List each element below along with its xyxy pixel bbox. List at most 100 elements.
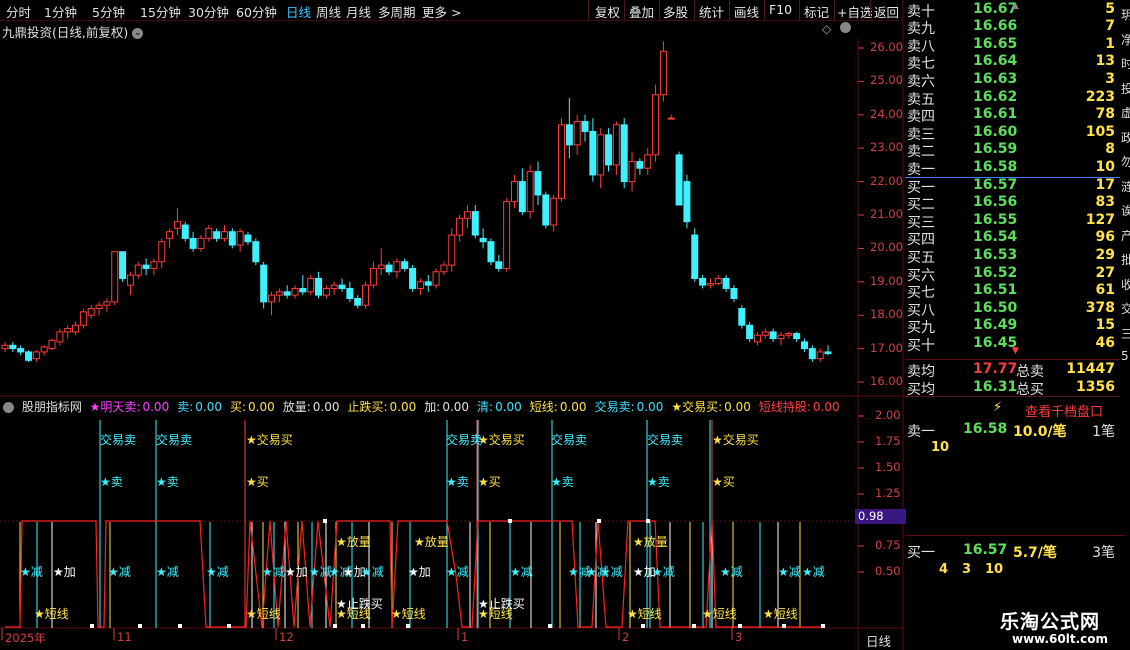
row-price: 16.55 [973, 211, 1018, 228]
row-volume: 223 [1085, 88, 1115, 105]
indicator-item: 放量: 0.00 [283, 400, 344, 414]
total-bid-label: 总买 [1016, 382, 1044, 398]
candle [793, 331, 801, 342]
indicator-tick-label: 0.75 [875, 538, 901, 552]
indicator-name[interactable]: 股朋指标网 [22, 400, 82, 414]
candle [510, 174, 518, 209]
site-logo: 乐淘公式网 www.60lt.com [990, 603, 1130, 650]
indicator-menu-icon[interactable] [3, 402, 14, 413]
candlestick-series [1, 41, 832, 362]
bid-row[interactable]: 买四 16.54 96 [905, 229, 1125, 248]
signal-label-short: ★短线 [702, 607, 737, 621]
indicator-item: ★交易买: 0.00 [671, 400, 755, 414]
candle [581, 114, 589, 142]
marker-dot [406, 624, 410, 628]
row-volume: 1 [1105, 35, 1115, 52]
ask-row[interactable]: 卖六 16.63 3 [905, 70, 1125, 90]
indicator-item-label: ★明天卖: [89, 400, 141, 414]
candle [32, 350, 40, 362]
logo-url: www.60lt.com [1012, 632, 1109, 646]
candle [487, 238, 495, 266]
marker-dot [548, 624, 552, 628]
candle [722, 275, 730, 292]
signal-label-trade-buy: ★交易买 [246, 433, 293, 447]
ask-row[interactable]: 卖四 16.61 78 [905, 106, 1125, 125]
row-volume: 46 [1095, 334, 1115, 351]
row-price: 16.50 [973, 299, 1018, 316]
candle [87, 305, 95, 319]
candle [330, 281, 338, 296]
bid-avg-label: 买均 [907, 382, 935, 398]
candle [142, 258, 150, 276]
indicator-item-value: 0.00 [195, 400, 222, 414]
marker-dot [782, 624, 786, 628]
indicator-tick-label: 1.25 [875, 486, 901, 500]
bid-row[interactable]: 买九 16.49 15 [905, 317, 1125, 336]
signal-label-reduce: ★减 [802, 565, 825, 579]
bid-row[interactable]: 买三 16.55 127 [905, 211, 1125, 231]
price-tick-label: 16.00 [870, 374, 903, 388]
ask-row[interactable]: 卖九 16.66 7 [905, 18, 1125, 37]
candle [299, 275, 307, 296]
candle [354, 295, 362, 309]
ask-row[interactable]: 卖一 16.58 10 [905, 159, 1125, 178]
candle [25, 350, 33, 362]
signal-label-reduce: ★减 [720, 565, 743, 579]
indicator-item-value: 0.00 [142, 400, 170, 414]
signal-label-reduce: ★减 [156, 565, 179, 579]
view-depth-link[interactable]: 查看千档盘口 [1025, 401, 1103, 420]
indicator-item: 止跌买: 0.00 [348, 400, 421, 414]
kline-chart[interactable] [0, 0, 905, 650]
candle [714, 275, 722, 286]
signal-label-reduce: ★减 [510, 565, 533, 579]
signal-label-sell: ★卖 [156, 475, 179, 489]
total-ask-label: 总卖 [1016, 364, 1044, 380]
signal-label-buy: ★买 [246, 475, 269, 489]
row-volume: 3 [1105, 70, 1115, 87]
candle [252, 238, 260, 266]
bid-row[interactable]: 买六 16.52 27 [905, 265, 1125, 284]
date-tick-label: 3 [735, 630, 743, 644]
candle [322, 285, 330, 299]
sell1-count: 1笔 [1092, 424, 1115, 440]
signal-label-reduce: ★减 [262, 565, 285, 579]
date-tick-label: 1 [461, 630, 469, 644]
signal-label-short: ★短线 [763, 607, 798, 621]
row-volume: 83 [1095, 194, 1115, 211]
bid-row[interactable]: 买二 16.56 83 [905, 194, 1125, 213]
divider [905, 177, 1125, 178]
date-tick-label: 11 [117, 630, 132, 644]
indicator-item: 买: 0.00 [230, 400, 279, 414]
ask-row[interactable]: 卖二 16.59 8 [905, 141, 1125, 160]
ask-row[interactable]: 卖三 16.60 105 [905, 124, 1125, 143]
indicator-item-value: 0.00 [724, 400, 751, 414]
side-char: 产 [1121, 228, 1130, 243]
candle [291, 285, 299, 299]
candle [213, 228, 221, 242]
side-char: 投 [1121, 81, 1130, 96]
bid-row[interactable]: 买一 16.57 17 [905, 176, 1125, 196]
signal-label-reduce: ★减 [652, 565, 675, 579]
indicator-tick-label: 1.50 [875, 460, 901, 474]
ask-row[interactable]: 卖八 16.65 1 [905, 35, 1125, 55]
row-price: 16.53 [973, 246, 1018, 263]
candle [730, 285, 738, 302]
row-volume: 17 [1095, 176, 1115, 193]
ask-row[interactable]: 卖五 16.62 223 [905, 88, 1125, 108]
bid-row[interactable]: 买八 16.50 378 [905, 299, 1125, 319]
bid-row[interactable]: 买七 16.51 61 [905, 282, 1125, 301]
indicator-current-value: 0.98 [855, 509, 906, 524]
side-char: 5 [1121, 349, 1129, 363]
row-volume: 127 [1085, 211, 1115, 228]
candle [463, 204, 471, 229]
indicator-item: 短线持股: 0.00 [759, 400, 844, 414]
candle [283, 285, 291, 299]
indicator-item-label: 短线持股: [758, 400, 811, 414]
row-volume: 8 [1105, 141, 1115, 158]
candle [706, 278, 714, 289]
signal-label-buy: ★买 [712, 475, 735, 489]
candle [236, 228, 244, 252]
bid-row[interactable]: 买五 16.53 29 [905, 246, 1125, 266]
ask-row[interactable]: 卖七 16.64 13 [905, 53, 1125, 72]
row-volume: 96 [1095, 229, 1115, 246]
